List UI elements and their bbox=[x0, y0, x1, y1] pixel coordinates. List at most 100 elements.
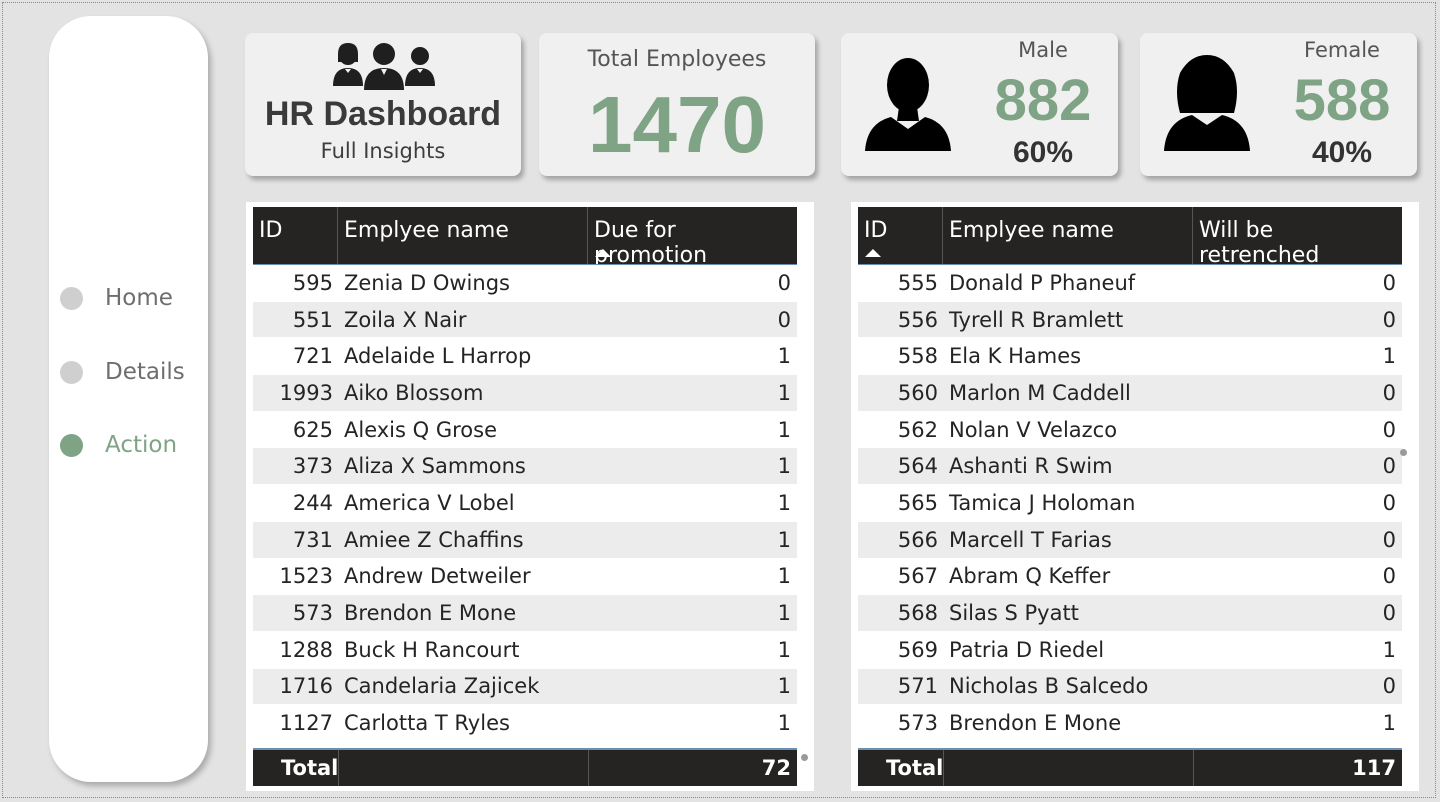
table-row[interactable]: 573 Brendon E Mone 1 bbox=[858, 705, 1402, 742]
table-row[interactable]: 373 Aliza X Sammons 1 bbox=[253, 448, 797, 486]
cell-value: 0 bbox=[1382, 490, 1396, 515]
cell-name: Andrew Detweiler bbox=[344, 564, 531, 589]
table-header: ID Emplyee name Will be retrenched bbox=[858, 207, 1402, 268]
table-row[interactable]: 562 Nolan V Velazco 0 bbox=[858, 412, 1402, 449]
column-header-label: ID bbox=[864, 218, 888, 243]
cell-id: 1716 bbox=[279, 674, 333, 699]
table-body[interactable]: 555 Donald P Phaneuf 0 556 Tyrell R Bramlett… bbox=[858, 265, 1402, 742]
table-total-row: Total 72 bbox=[253, 750, 797, 786]
scrollbar-handle[interactable] bbox=[1400, 449, 1407, 456]
retrenchment-table: ID Emplyee name Will be retrenched 555 Do… bbox=[851, 202, 1419, 791]
people-group-icon bbox=[333, 43, 435, 90]
table-row[interactable]: 569 Patria D Riedel 1 bbox=[858, 632, 1402, 669]
table-row[interactable]: 568 Silas S Pyatt 0 bbox=[858, 595, 1402, 632]
cell-id: 373 bbox=[292, 454, 333, 479]
cell-value: 1 bbox=[777, 344, 791, 369]
table-row[interactable]: 571 Nicholas B Salcedo 0 bbox=[858, 668, 1402, 706]
table-body[interactable]: 595 Zenia D Owings 0 551 Zoila X Nair 0 721 Ade… bbox=[253, 265, 797, 742]
cell-value: 0 bbox=[1382, 380, 1396, 405]
table-row[interactable]: 1127 Carlotta T Ryles 1 bbox=[253, 705, 797, 742]
cell-id: 1127 bbox=[279, 711, 333, 736]
nav-item-details[interactable]: Details bbox=[60, 352, 200, 392]
cell-id: 1288 bbox=[279, 637, 333, 662]
total-employees-value: 1470 bbox=[588, 80, 766, 169]
cell-id: 558 bbox=[897, 344, 938, 369]
cell-id: 571 bbox=[897, 674, 938, 699]
table-row[interactable]: 1288 Buck H Rancourt 1 bbox=[253, 632, 797, 669]
column-header-id[interactable]: ID bbox=[858, 207, 943, 264]
cell-value: 1 bbox=[777, 527, 791, 552]
total-value: 72 bbox=[761, 756, 791, 780]
table-row[interactable]: 564 Ashanti R Swim 0 bbox=[858, 448, 1402, 486]
cell-name: Aliza X Sammons bbox=[344, 454, 526, 479]
nav-item-home[interactable]: Home bbox=[60, 278, 200, 318]
cell-value: 1 bbox=[777, 454, 791, 479]
cell-id: 566 bbox=[897, 527, 938, 552]
cell-id: 731 bbox=[292, 527, 333, 552]
column-header-name[interactable]: Emplyee name bbox=[338, 207, 588, 264]
cell-id: 625 bbox=[292, 417, 333, 442]
cell-value: 0 bbox=[1382, 527, 1396, 552]
cell-name: Marlon M Caddell bbox=[949, 380, 1131, 405]
cell-value: 1 bbox=[777, 637, 791, 662]
cell-id: 555 bbox=[897, 270, 938, 295]
column-header-retrenched[interactable]: Will be retrenched bbox=[1193, 207, 1402, 268]
cell-name: Silas S Pyatt bbox=[949, 601, 1079, 626]
cell-id: 1523 bbox=[279, 564, 333, 589]
column-header-label: Emplyee name bbox=[344, 218, 509, 243]
total-employees-card: Total Employees 1470 bbox=[539, 33, 815, 176]
column-header-name[interactable]: Emplyee name bbox=[943, 207, 1193, 264]
table-row[interactable]: 1993 Aiko Blossom 1 bbox=[253, 375, 797, 412]
total-label: Total bbox=[886, 756, 944, 780]
table-row[interactable]: 556 Tyrell R Bramlett 0 bbox=[858, 301, 1402, 339]
female-label: Female bbox=[1304, 38, 1380, 62]
total-employees-label: Total Employees bbox=[587, 47, 767, 72]
table-row[interactable]: 1523 Andrew Detweiler 1 bbox=[253, 559, 797, 596]
cell-id: 551 bbox=[292, 307, 333, 332]
cell-name: Brendon E Mone bbox=[949, 711, 1122, 736]
cell-id: 721 bbox=[292, 344, 333, 369]
table-row[interactable]: 731 Amiee Z Chaffins 1 bbox=[253, 521, 797, 559]
cell-value: 1 bbox=[777, 417, 791, 442]
table-row[interactable]: 565 Tamica J Holoman 0 bbox=[858, 485, 1402, 522]
promotion-table: ID Emplyee name Due for promotion 595 Zen… bbox=[246, 202, 814, 791]
column-header-promotion[interactable]: Due for promotion bbox=[588, 207, 797, 268]
scrollbar-handle[interactable] bbox=[801, 754, 808, 761]
cell-id: 560 bbox=[897, 380, 938, 405]
table-row[interactable]: 721 Adelaide L Harrop 1 bbox=[253, 338, 797, 376]
cell-name: Patria D Riedel bbox=[949, 637, 1105, 662]
table-header: ID Emplyee name Due for promotion bbox=[253, 207, 797, 268]
column-header-label: ID bbox=[259, 218, 283, 243]
table-row[interactable]: 566 Marcell T Farias 0 bbox=[858, 521, 1402, 559]
sidebar-nav: Home Details Action bbox=[49, 16, 208, 782]
table-row[interactable]: 567 Abram Q Keffer 0 bbox=[858, 559, 1402, 596]
column-header-label: Emplyee name bbox=[949, 218, 1114, 243]
table-total-row: Total 117 bbox=[858, 750, 1402, 786]
table-row[interactable]: 244 America V Lobel 1 bbox=[253, 485, 797, 522]
column-separator bbox=[338, 750, 339, 786]
nav-label-action: Action bbox=[105, 432, 178, 458]
cell-name: Amiee Z Chaffins bbox=[344, 527, 524, 552]
cell-name: Buck H Rancourt bbox=[344, 637, 520, 662]
nav-label-home: Home bbox=[105, 285, 173, 311]
table-row[interactable]: 555 Donald P Phaneuf 0 bbox=[858, 265, 1402, 302]
cell-id: 573 bbox=[897, 711, 938, 736]
table-row[interactable]: 573 Brendon E Mone 1 bbox=[253, 595, 797, 632]
nav-item-action[interactable]: Action bbox=[60, 425, 200, 465]
table-row[interactable]: 625 Alexis Q Grose 1 bbox=[253, 412, 797, 449]
cell-value: 1 bbox=[1382, 344, 1396, 369]
column-header-id[interactable]: ID bbox=[253, 207, 338, 264]
cell-name: Aiko Blossom bbox=[344, 380, 484, 405]
table-row[interactable]: 595 Zenia D Owings 0 bbox=[253, 265, 797, 302]
cell-value: 1 bbox=[777, 711, 791, 736]
table-row[interactable]: 560 Marlon M Caddell 0 bbox=[858, 375, 1402, 412]
table-row[interactable]: 551 Zoila X Nair 0 bbox=[253, 301, 797, 339]
cell-id: 568 bbox=[897, 601, 938, 626]
total-value: 117 bbox=[1352, 756, 1396, 780]
table-row[interactable]: 1716 Candelaria Zajicek 1 bbox=[253, 668, 797, 706]
cell-value: 0 bbox=[1382, 564, 1396, 589]
cell-value: 0 bbox=[1382, 417, 1396, 442]
cell-id: 556 bbox=[897, 307, 938, 332]
table-row[interactable]: 558 Ela K Hames 1 bbox=[858, 338, 1402, 376]
cell-id: 1993 bbox=[279, 380, 333, 405]
